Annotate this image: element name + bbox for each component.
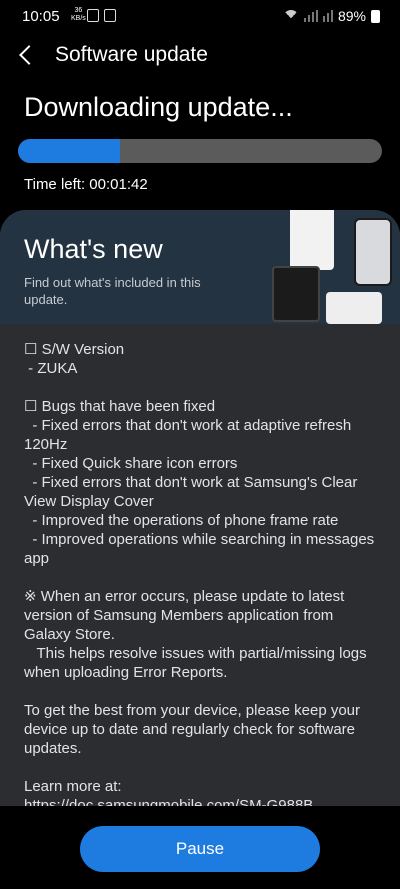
release-note-line [24, 682, 380, 701]
release-note-line: ☐ S/W Version [24, 341, 125, 358]
whats-new-title: What's new [24, 234, 163, 264]
gallery-notification-icon [104, 9, 116, 22]
release-note-line: - Improved operations while searching in… [24, 531, 379, 567]
status-time: 10:05 [22, 8, 60, 25]
status-right: 89% [282, 8, 380, 24]
release-note-line [24, 568, 380, 587]
status-bar: 10:05 36 KB/s 89% [0, 0, 400, 34]
whats-new-subtitle: Find out what's included in this update. [24, 275, 201, 307]
release-note-line: - Fixed errors that don't work at adapti… [24, 417, 356, 453]
fold-phone-illustration [272, 266, 320, 322]
page-title: Software update [55, 43, 208, 66]
download-heading: Downloading update... [24, 92, 293, 122]
battery-percent: 89% [337, 8, 366, 24]
signal-icon [303, 10, 318, 22]
download-progress-bar [18, 139, 382, 163]
release-note-line [24, 758, 380, 777]
release-note-line: - Improved the operations of phone frame… [24, 512, 339, 529]
wifi-icon [282, 10, 299, 22]
release-note-line: ☐ Bugs that have been fixed [24, 398, 216, 415]
pause-button[interactable]: Pause [80, 826, 320, 872]
network-speed: 36 KB/s [71, 7, 86, 23]
s-pen-illustration [326, 292, 382, 324]
release-note-line: - Fixed Quick share icon errors [24, 455, 238, 472]
signal-2-icon [322, 10, 333, 22]
download-progress-fill [18, 139, 120, 163]
time-left: Time left: 00:01:42 [24, 176, 148, 193]
battery-icon [371, 9, 380, 23]
release-notes: ☐ S/W Version - ZUKA ☐ Bugs that have be… [24, 340, 380, 806]
release-note-line: - ZUKA [24, 360, 78, 377]
phone-illustration [354, 218, 392, 286]
release-note-line: Learn more at: [24, 778, 122, 795]
document-illustration [290, 210, 334, 270]
network-speed-unit: KB/s [71, 15, 86, 22]
whats-new-card[interactable]: What's new Find out what's included in t… [0, 210, 400, 806]
release-note-line: This helps resolve issues with partial/m… [24, 645, 371, 681]
release-note-line: To get the best from your device, please… [24, 702, 365, 757]
whats-new-banner: What's new Find out what's included in t… [0, 210, 400, 324]
network-speed-value: 36 [74, 7, 83, 14]
release-note-line [24, 378, 380, 397]
data-saver-icon [87, 9, 99, 22]
devices-illustration [262, 210, 400, 324]
release-note-line: https://doc.samsungmobile.com/SM-G988B [24, 797, 314, 806]
app-header: Software update [0, 34, 400, 80]
release-note-line: ※ When an error occurs, please update to… [24, 588, 349, 643]
release-note-line: - Fixed errors that don't work at Samsun… [24, 474, 362, 510]
